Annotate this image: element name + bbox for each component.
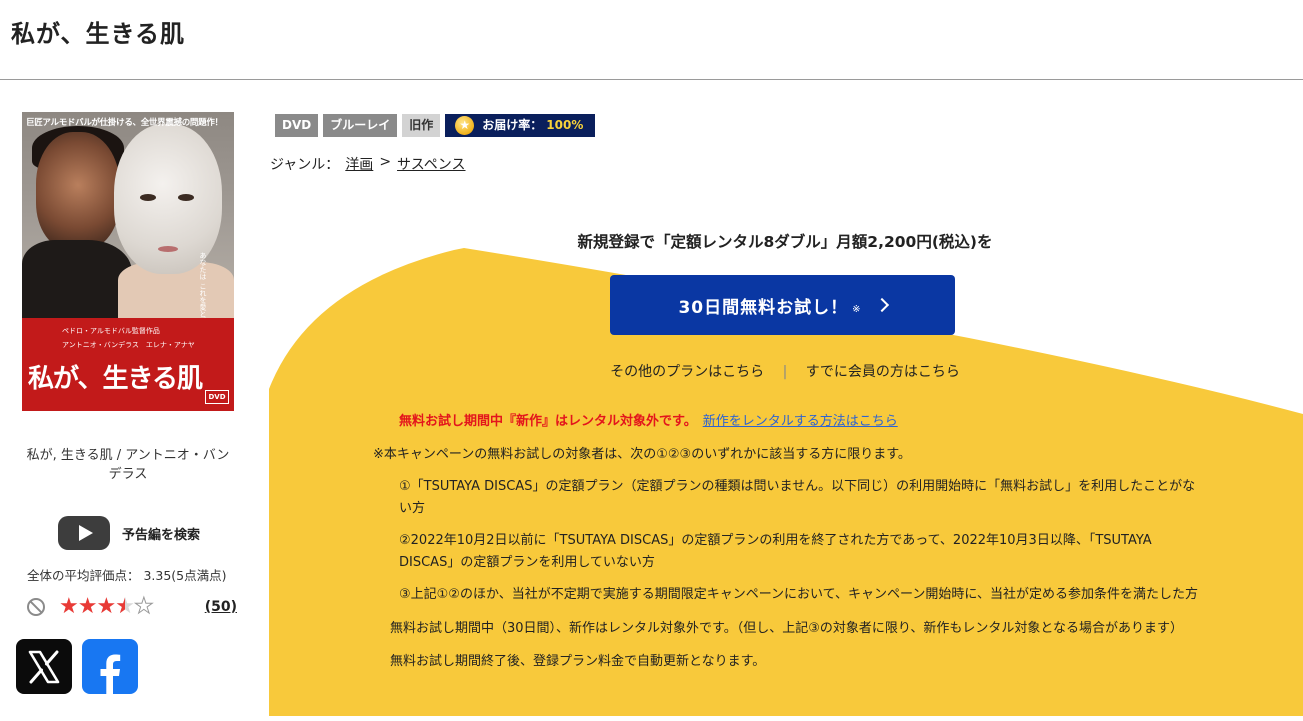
poster-tagline: 巨匠アルモドバルが仕掛ける、全世界震撼の問題作！ (26, 118, 223, 128)
tag-old-release: 旧作 (402, 114, 441, 137)
notes-item-3: ③上記①②のほか、当社が不定期で実施する期間限定キャンペーンにおいて、キャンペー… (399, 587, 1198, 602)
tag-dvd: DVD (275, 114, 319, 137)
new-release-warning: 無料お試し期間中『新作』はレンタル対象外です。 新作をレンタルする方法はこちら (399, 410, 898, 429)
youtube-play-icon (58, 516, 110, 550)
poster-film-title: 私が、生きる肌 (28, 364, 203, 394)
prohibited-icon[interactable] (27, 598, 45, 616)
link-separator: | (782, 364, 788, 380)
member-login-link[interactable]: すでに会員の方はこちら (806, 364, 960, 380)
notes-item-2: ②2022年10月2日以前に「TSUTAYA DISCAS」の定額プランの利用を… (399, 533, 1152, 570)
star-half-icon: ★ (115, 596, 135, 619)
poster-cast-credit: アントニオ・バンデラス エレナ・アナヤ (62, 341, 195, 349)
delivery-rate-badge: ★ お届け率： 100% (445, 114, 596, 137)
title-divider (0, 79, 1303, 80)
free-trial-button[interactable]: 30日間無料お試し！ ※ (610, 275, 955, 335)
facebook-logo-icon (100, 654, 121, 694)
tag-bluray: ブルーレイ (323, 114, 398, 137)
genre-link-suspense[interactable]: サスペンス (397, 154, 465, 174)
page-title: 私が、生きる肌 (11, 20, 186, 48)
free-trial-label: 30日間無料お試し！ (678, 297, 849, 318)
genre-breadcrumb: ジャンル： 洋画 > サスペンス (270, 154, 466, 174)
delivery-rate-label: お届け率： (482, 118, 543, 132)
trailer-search-label: 予告編を検索 (122, 527, 201, 543)
star-empty-icon: ★ (133, 594, 154, 619)
x-logo-icon (28, 650, 60, 683)
warning-text: 無料お試し期間中『新作』はレンタル対象外です。 (399, 414, 697, 429)
average-rating-text: 全体の平均評価点： 3.35(5点満点) (27, 568, 227, 583)
notes-trial-period: 無料お試し期間中（30日間）、新作はレンタル対象外です。（但し、上記③の対象者に… (390, 621, 1183, 636)
other-plans-link[interactable]: その他のプランはこちら (610, 364, 764, 380)
genre-link-western-film[interactable]: 洋画 (345, 154, 373, 174)
notes-auto-renew: 無料お試し期間終了後、登録プラン料金で自動更新となります。 (390, 654, 766, 669)
share-facebook-button[interactable] (82, 639, 138, 694)
poster-director-credit: ペドロ・アルモドバル監督作品 (62, 327, 160, 335)
genre-separator: > (379, 154, 392, 170)
star-icon: ★ (96, 594, 116, 619)
chevron-right-icon (874, 297, 889, 313)
rating-row: ★ ★ ★ ★ ★ (50) (27, 594, 237, 619)
rent-new-release-link[interactable]: 新作をレンタルする方法はこちら (703, 414, 898, 429)
dvd-cover-image[interactable]: 巨匠アルモドバルが仕掛ける、全世界震撼の問題作！ あなたは これを愛と呼ぶか ペ… (22, 112, 234, 411)
dvd-logo-icon: DVD (205, 390, 229, 404)
title-cast-caption: 私が, 生きる肌 / アントニオ・バンデラス (26, 448, 230, 482)
notes-item-1: ①「TSUTAYA DISCAS」の定額プラン（定額プランの種類は問いません。以… (399, 479, 1196, 516)
review-count-link[interactable]: (50) (205, 599, 237, 615)
genre-label: ジャンル： (270, 157, 340, 173)
free-trial-note-mark: ※ (852, 303, 861, 315)
star-icon: ★ (77, 594, 98, 619)
format-tags: DVD ブルーレイ 旧作 ★ お届け率： 100% (275, 114, 596, 137)
trailer-search-button[interactable]: 予告編を検索 (58, 516, 200, 550)
star-icon: ★ (59, 594, 79, 619)
star-medal-icon: ★ (455, 116, 475, 135)
plan-links: その他のプランはこちら | すでに会員の方はこちら (480, 361, 1090, 381)
share-x-button[interactable] (16, 639, 72, 694)
rating-stars: ★ ★ ★ ★ ★ (59, 594, 154, 619)
delivery-rate-value: 100% (546, 118, 584, 132)
promo-lead-text: 新規登録で「定額レンタル8ダブル」月額2,200円(税込)を (577, 233, 993, 251)
notes-intro: ※本キャンペーンの無料お試しの対象者は、次の①②③のいずれかに該当する方に限りま… (373, 447, 911, 462)
